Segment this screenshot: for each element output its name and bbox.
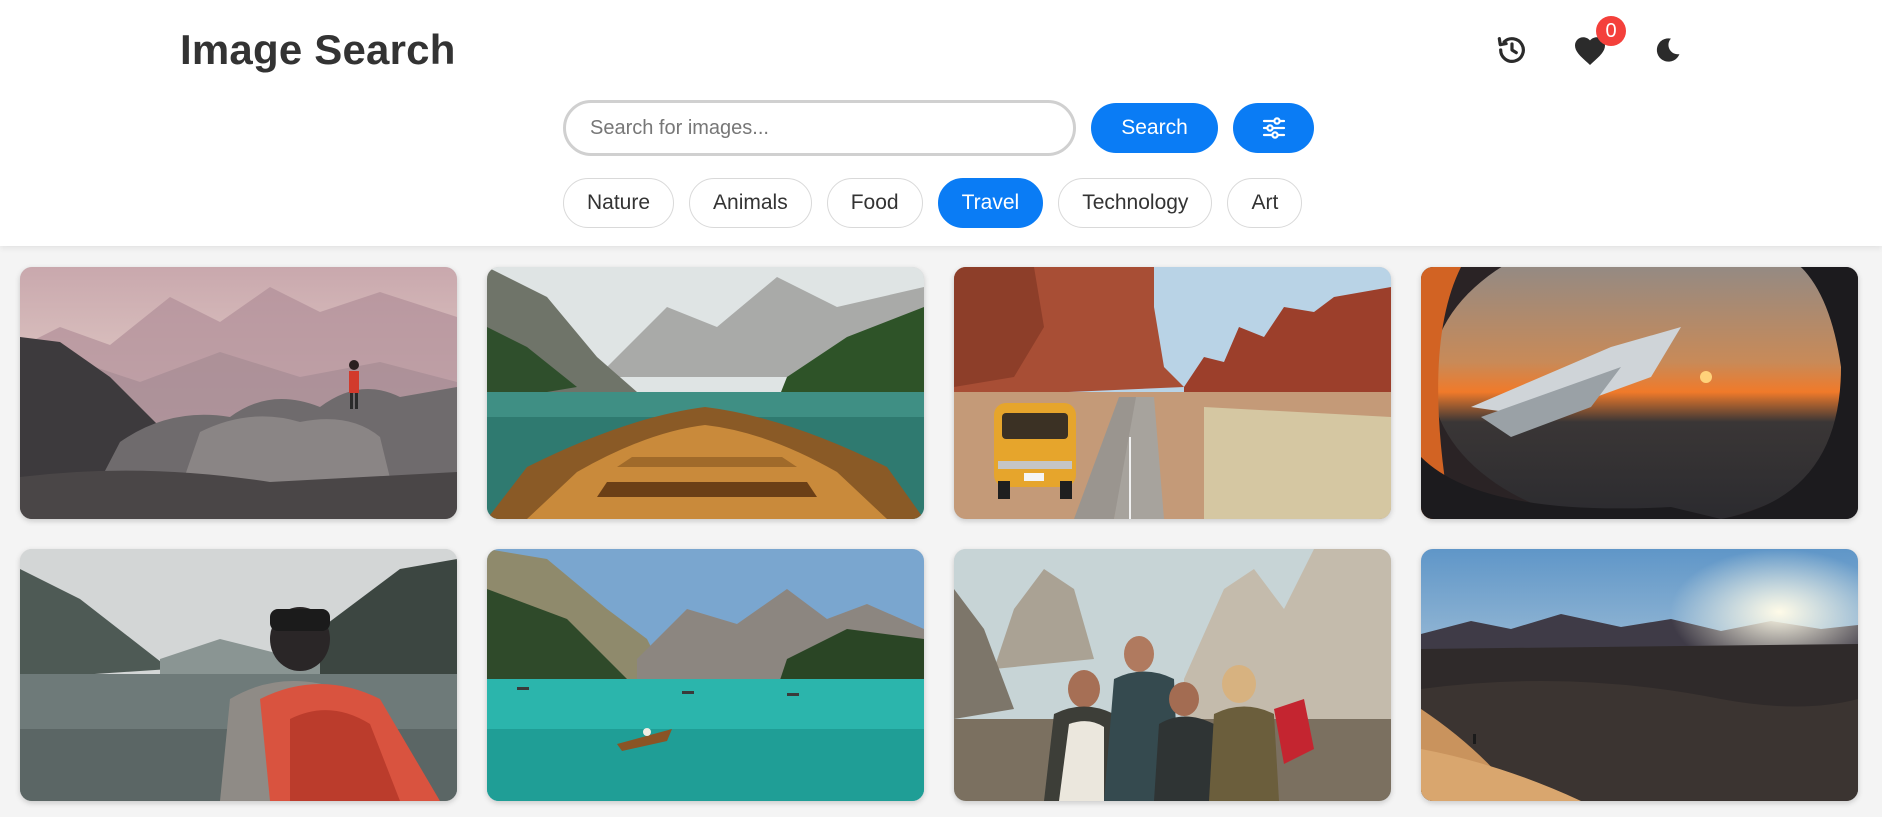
category-technology[interactable]: Technology	[1058, 178, 1213, 228]
category-art[interactable]: Art	[1227, 178, 1303, 228]
category-filters: Nature Animals Food Travel Technology Ar…	[563, 178, 1317, 228]
favorites-count-badge: 0	[1596, 16, 1626, 46]
image-card[interactable]	[487, 267, 924, 519]
app-header: Image Search 0 Search for images... Sear…	[0, 0, 1882, 246]
app-title: Image Search	[180, 26, 456, 73]
history-icon	[1497, 37, 1525, 63]
header-actions: 0	[1490, 16, 1690, 72]
category-nature[interactable]: Nature	[563, 178, 675, 228]
category-food[interactable]: Food	[826, 178, 923, 228]
image-grid	[20, 267, 1858, 801]
moon-icon	[1656, 38, 1680, 62]
image-card[interactable]	[487, 549, 924, 801]
sliders-icon	[1262, 117, 1285, 139]
image-card[interactable]	[1421, 267, 1858, 519]
image-thumbnail	[487, 267, 924, 519]
image-thumbnail	[1421, 549, 1858, 801]
image-thumbnail	[954, 549, 1391, 801]
search-input[interactable]	[563, 100, 1076, 156]
history-button[interactable]	[1490, 28, 1534, 72]
image-thumbnail	[20, 549, 457, 801]
image-card[interactable]	[954, 549, 1391, 801]
image-card[interactable]	[20, 267, 457, 519]
dark-mode-toggle[interactable]	[1646, 28, 1690, 72]
image-thumbnail	[20, 267, 457, 519]
image-thumbnail	[487, 549, 924, 801]
category-travel[interactable]: Travel	[937, 178, 1044, 228]
favorites-button[interactable]: 0	[1568, 16, 1626, 72]
image-thumbnail	[1421, 267, 1858, 519]
category-animals[interactable]: Animals	[689, 178, 812, 228]
search-button[interactable]: Search	[1091, 103, 1218, 153]
filter-button[interactable]	[1233, 103, 1314, 153]
search-bar: Search	[563, 100, 1314, 156]
image-card[interactable]	[954, 267, 1391, 519]
image-thumbnail	[954, 267, 1391, 519]
image-card[interactable]	[1421, 549, 1858, 801]
image-card[interactable]	[20, 549, 457, 801]
